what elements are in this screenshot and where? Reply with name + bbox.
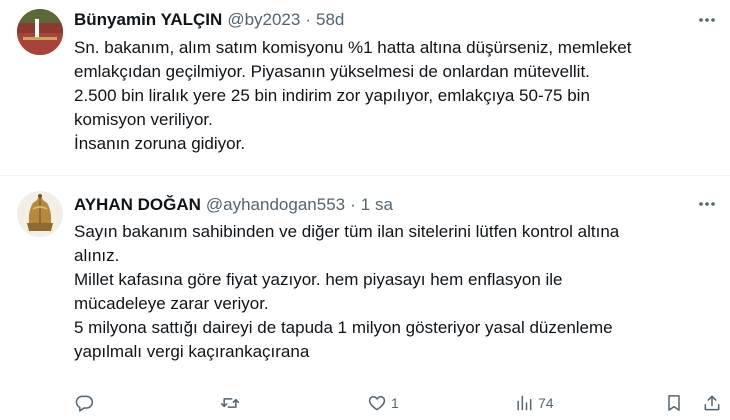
tweet-text: Sayın bakanım sahibinden ve diğer tüm il… [74,220,714,364]
share-button[interactable] [702,391,722,415]
heart-icon [368,396,386,411]
separator-dot: · [305,10,312,29]
tweet-header: Bünyamin YALÇIN @by2023 · 58d [74,9,344,31]
tweet-text-line: komisyon veriliyor. [74,110,213,129]
tweet-text-line: 2.500 bin liralık yere 25 bin indirim zo… [74,86,590,105]
tweet-text: Sn. bakanım, alım satım komisyonu %1 hat… [74,36,714,156]
views-button[interactable]: 74 [514,391,554,415]
timestamp[interactable]: 1 sa [361,195,393,215]
author-name[interactable]: AYHAN DOĞAN [74,195,201,215]
tweet-text-line: mücadeleye zarar veriyor. [74,294,269,313]
reply-bubble-icon [75,395,94,412]
like-button[interactable]: 1 [367,391,399,415]
bookmark-button[interactable] [664,391,684,415]
tweet-1[interactable]: Bünyamin YALÇIN @by2023 · 58d Sn. bakanı… [0,0,730,176]
tweet-header: AYHAN DOĞAN @ayhandogan553 · 1 sa [74,194,393,216]
separator-dot: · [350,195,356,214]
like-count: 1 [391,395,399,411]
more-horizontal-icon [699,18,715,22]
tweet-text-line: 5 milyona sattığı daireyi de tapuda 1 mi… [74,318,613,337]
tweet-2[interactable]: AYHAN DOĞAN @ayhandogan553 · 1 sa Sayın … [0,176,730,420]
author-handle[interactable]: @ayhandogan553 [206,195,345,215]
avatar[interactable] [17,191,63,237]
retweet-button[interactable] [220,391,244,415]
avatar-image [17,9,63,55]
retweet-icon [220,398,240,408]
timestamp[interactable]: 58d [316,10,344,30]
tweet-text-line: Millet kafasına göre fiyat yazıyor. hem … [74,270,563,289]
bookmark-icon [668,395,680,411]
author-name[interactable]: Bünyamin YALÇIN [74,10,222,30]
tweet-text-line: emlakçıdan geçilmiyor. Piyasanın yükselm… [74,62,590,81]
more-options-button[interactable] [696,193,718,215]
tweet-text-line: Sn. bakanım, alım satım komisyonu %1 hat… [74,38,632,57]
avatar[interactable] [17,9,63,55]
tweet-text-line: alınız. [74,246,120,265]
tweet-text-line: İnsanın zoruna gidiyor. [74,134,246,153]
avatar-image [17,191,63,237]
reply-button[interactable] [74,391,98,415]
author-handle[interactable]: @by2023 [227,10,300,30]
tweet-actions: 1 74 [74,391,724,415]
share-upload-icon [704,395,720,411]
more-horizontal-icon [699,202,715,206]
views-count: 74 [538,395,554,411]
tweet-text-line: Sayın bakanım sahibinden ve diğer tüm il… [74,222,620,241]
tweet-text-line: yapılmalı vergi kaçırankaçırana [74,342,310,361]
more-options-button[interactable] [696,9,718,31]
views-bar-chart-icon [517,395,532,411]
reply-thread: Bünyamin YALÇIN @by2023 · 58d Sn. bakanı… [0,0,730,420]
